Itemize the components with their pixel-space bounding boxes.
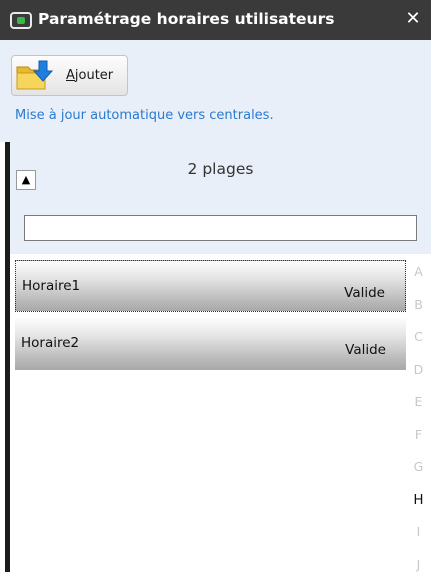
collapse-button[interactable]: ▲ xyxy=(16,170,36,190)
close-button[interactable]: ✕ xyxy=(402,8,424,30)
alphabet-letter-f[interactable]: F xyxy=(406,419,431,452)
folder-download-icon xyxy=(15,59,55,92)
item-name: Horaire1 xyxy=(22,278,80,294)
item-status: Valide xyxy=(345,342,386,358)
alphabet-letter-e[interactable]: E xyxy=(406,386,431,419)
alphabet-letter-b[interactable]: B xyxy=(406,289,431,322)
alphabet-index: A B C D E F G H I J xyxy=(406,256,431,581)
list-item[interactable]: Horaire2 Valide xyxy=(15,318,406,370)
alphabet-letter-g[interactable]: G xyxy=(406,451,431,484)
add-button-label: Ajouter xyxy=(66,68,113,83)
alphabet-letter-h[interactable]: H xyxy=(406,484,431,517)
alphabet-letter-j[interactable]: J xyxy=(406,549,431,581)
alphabet-letter-d[interactable]: D xyxy=(406,354,431,387)
auto-update-link[interactable]: Mise à jour automatique vers centrales. xyxy=(15,108,274,123)
item-name: Horaire2 xyxy=(21,335,79,351)
screen-icon xyxy=(10,12,32,29)
toolbar: Ajouter Mise à jour automatique vers cen… xyxy=(0,40,431,143)
search-input[interactable] xyxy=(24,215,417,241)
list-item[interactable]: Horaire1 Valide xyxy=(15,260,406,312)
alphabet-letter-i[interactable]: I xyxy=(406,516,431,549)
title-bar: Paramétrage horaires utilisateurs ✕ xyxy=(0,0,431,40)
window-title: Paramétrage horaires utilisateurs xyxy=(38,10,334,28)
item-status: Valide xyxy=(344,285,385,301)
range-count: 2 plages xyxy=(10,160,431,178)
alphabet-letter-c[interactable]: C xyxy=(406,321,431,354)
add-button[interactable]: Ajouter xyxy=(11,55,128,96)
schedule-list-panel: 2 plages ▲ Horaire1 Valide Horaire2 Vali… xyxy=(0,142,431,572)
alphabet-letter-a[interactable]: A xyxy=(406,256,431,289)
